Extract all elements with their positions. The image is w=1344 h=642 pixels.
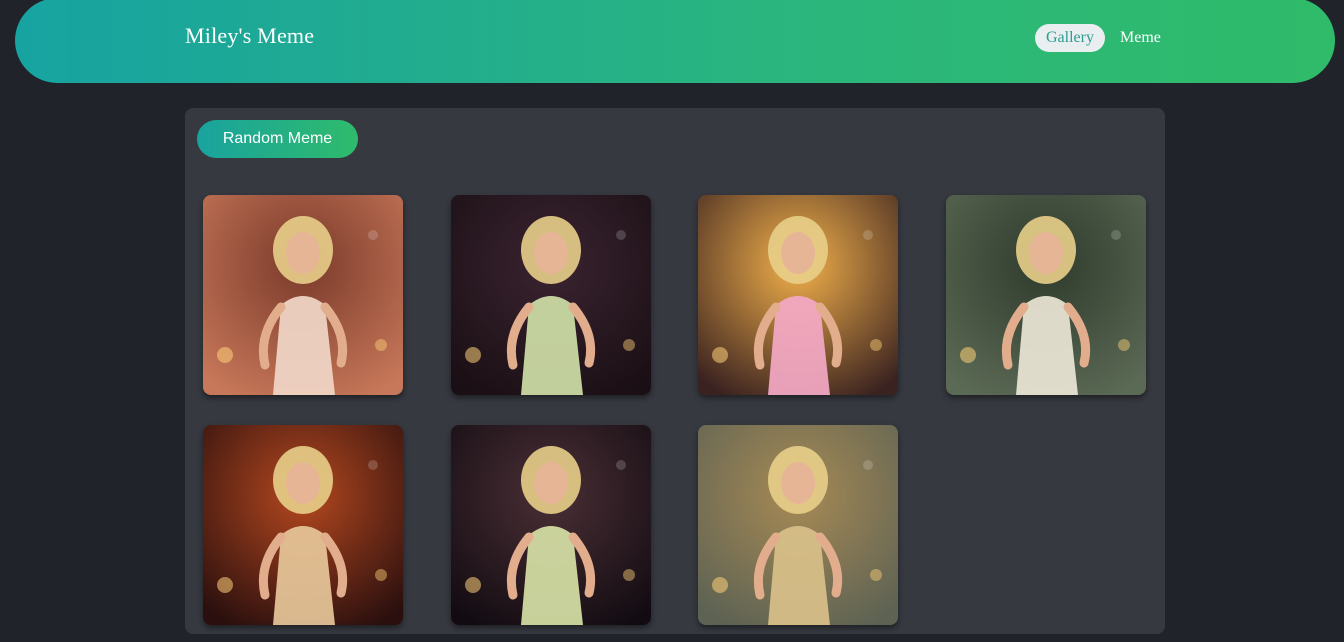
photo-pink-mini-dress-lights[interactable] bbox=[698, 195, 898, 395]
nav-item-gallery[interactable]: Gallery bbox=[1035, 24, 1105, 52]
image-grid bbox=[185, 108, 1165, 634]
gallery-panel: Random Meme bbox=[185, 108, 1165, 634]
photo-white-coat-ivy[interactable] bbox=[946, 195, 1146, 395]
photo-image bbox=[698, 195, 898, 395]
nav-item-meme[interactable]: Meme bbox=[1113, 24, 1168, 52]
photo-green-gown-crowd[interactable] bbox=[451, 425, 651, 625]
photo-gold-hood-sunglasses[interactable] bbox=[698, 425, 898, 625]
brand-title[interactable]: Miley's Meme bbox=[185, 23, 314, 49]
photo-image bbox=[451, 425, 651, 625]
photo-image bbox=[203, 425, 403, 625]
photo-image bbox=[203, 195, 403, 395]
photo-green-dress-mic[interactable] bbox=[451, 195, 651, 395]
top-header: Miley's Meme Gallery Meme bbox=[15, 0, 1335, 83]
photo-patchwork-outfit-fire[interactable] bbox=[203, 425, 403, 625]
nav-bar: Gallery Meme bbox=[1035, 24, 1168, 52]
photo-pink-dress-stage[interactable] bbox=[203, 195, 403, 395]
photo-image bbox=[946, 195, 1146, 395]
photo-image bbox=[451, 195, 651, 395]
photo-image bbox=[698, 425, 898, 625]
